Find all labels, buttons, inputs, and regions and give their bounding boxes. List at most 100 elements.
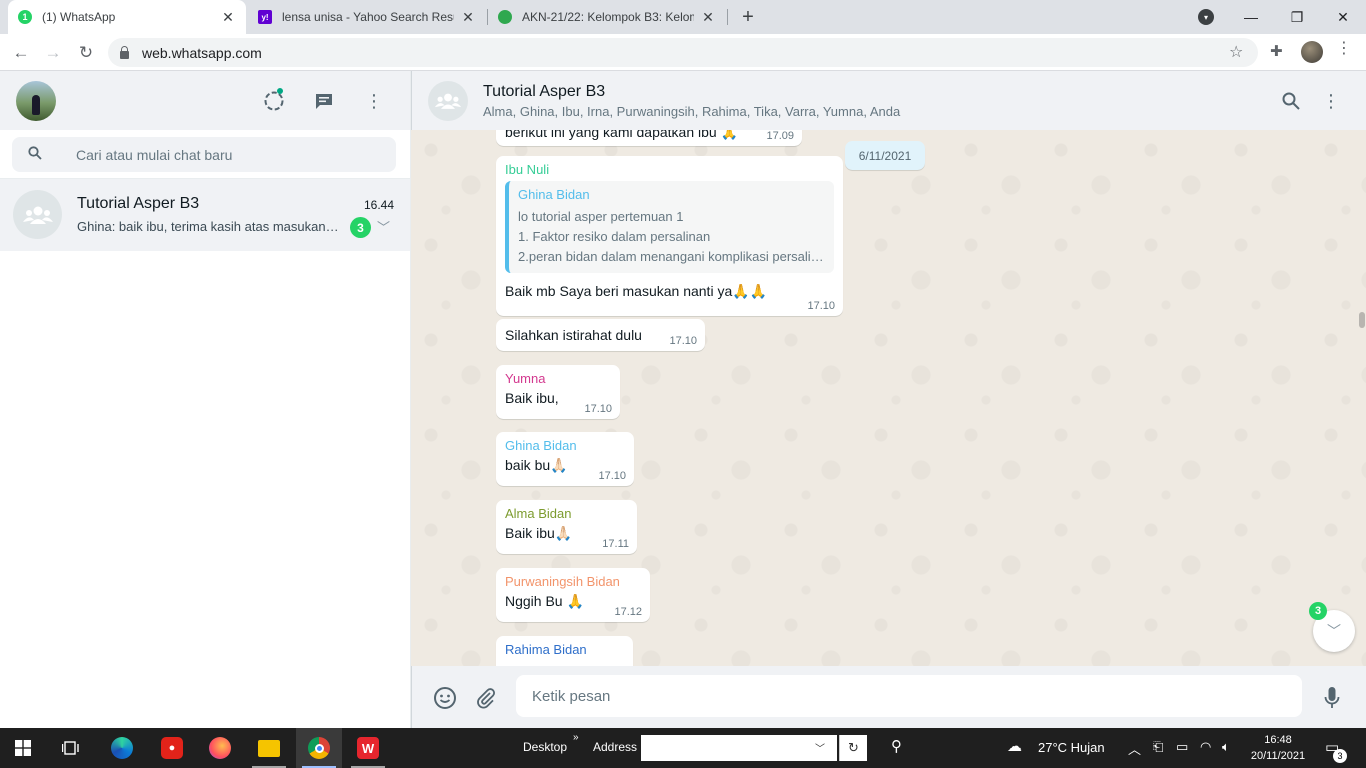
unread-count-badge: 3 (1309, 602, 1327, 620)
tab-yahoo-search[interactable]: y! lensa unisa - Yahoo Search Results ✕ (248, 0, 486, 34)
menu-icon[interactable]: ⋮ (1319, 89, 1343, 113)
chat-time: 16.44 (363, 198, 394, 212)
chevron-down-icon[interactable]: ﹀ (815, 740, 825, 755)
browser-tab-strip: 1 (1) WhatsApp ✕ y! lensa unisa - Yahoo … (0, 0, 1366, 34)
toolbar-expand-icon[interactable]: » (573, 732, 579, 743)
conversation-header[interactable]: Tutorial Asper B3 Alma, Ghina, Ibu, Irna… (411, 71, 1366, 130)
search-icon[interactable] (1279, 89, 1303, 113)
wifi-icon[interactable]: ◠ (1200, 739, 1211, 755)
address-bar[interactable]: web.whatsapp.com (108, 38, 1258, 67)
volume-icon[interactable]: 🔈︎ (1222, 739, 1230, 755)
message-sender: Ghina Bidan (505, 438, 577, 453)
task-view-icon[interactable] (48, 728, 94, 768)
refresh-icon[interactable]: ↻ (839, 735, 867, 761)
message-time: 17.10 (584, 403, 612, 415)
back-arrow-icon[interactable]: ← (8, 40, 34, 66)
tab-title: AKN-21/22: Kelompok B3: Kelompok (522, 10, 694, 24)
message-bubble-partial[interactable]: berikut ini yang kami dapatkan ibu 🙏 17.… (496, 130, 802, 146)
group-avatar-icon (13, 190, 62, 239)
chevron-down-icon[interactable]: ﹀ (377, 217, 390, 236)
close-tab-icon[interactable]: ✕ (460, 9, 476, 25)
message-text: Baik mb Saya beri masukan nanti ya🙏🙏 (505, 283, 768, 299)
message-bubble[interactable]: Yumna Baik ibu, 17.10 (496, 365, 620, 419)
message-bubble[interactable]: Ghina Bidan baik bu🙏🏻 17.10 (496, 432, 634, 486)
menu-icon[interactable]: ⋮ (362, 89, 386, 113)
date-divider: 6/11/2021 (845, 141, 925, 170)
quoted-message[interactable]: Ghina Bidan lo tutorial asper pertemuan … (505, 181, 834, 273)
edge-browser-icon[interactable] (99, 728, 145, 768)
group-members: Alma, Ghina, Ibu, Irna, Purwaningsih, Ra… (483, 104, 901, 119)
bookmark-star-icon[interactable]: ☆ (1229, 42, 1243, 62)
message-bubble[interactable]: Silahkan istirahat dulu 17.10 (496, 319, 705, 351)
chat-search-input[interactable] (76, 146, 376, 163)
message-input[interactable] (532, 687, 1232, 705)
message-time: 17.10 (807, 300, 835, 312)
forward-arrow-icon[interactable]: → (40, 40, 66, 66)
new-tab-plus-icon[interactable]: + (737, 6, 759, 28)
emoji-icon[interactable] (432, 685, 458, 711)
windows-start-icon[interactable] (0, 728, 46, 768)
chat-search-box[interactable] (12, 137, 396, 172)
battery-icon[interactable]: ▭ (1176, 739, 1188, 755)
close-tab-icon[interactable]: ✕ (700, 9, 716, 25)
restore-window-icon[interactable]: ❐ (1274, 0, 1320, 34)
lock-icon (120, 45, 129, 59)
quoted-line: lo tutorial asper pertemuan 1 (518, 209, 684, 224)
tab-moodle-course[interactable]: AKN-21/22: Kelompok B3: Kelompok ✕ (488, 0, 726, 34)
message-time: 17.10 (669, 335, 697, 347)
tab-search-chevron-icon[interactable]: ▾ (1198, 9, 1214, 25)
group-avatar-icon[interactable] (428, 81, 468, 121)
extensions-puzzle-icon[interactable]: ✚ (1270, 42, 1283, 60)
attach-paperclip-icon[interactable] (473, 685, 499, 711)
chrome-icon[interactable] (296, 728, 342, 768)
message-sender: Alma Bidan (505, 506, 572, 521)
message-sender: Rahima Bidan (505, 642, 587, 657)
wps-office-icon[interactable]: W (345, 728, 391, 768)
message-text: Silahkan istirahat dulu (505, 327, 642, 343)
weather-cloud-icon[interactable]: ☁ (1007, 737, 1022, 755)
weather-text[interactable]: 27°C Hujan (1038, 740, 1105, 755)
message-sender: Yumna (505, 371, 546, 386)
message-bubble-partial[interactable]: Rahima Bidan (496, 636, 633, 666)
chat-list-item[interactable]: Tutorial Asper B3 16.44 Ghina: baik ibu,… (0, 179, 410, 251)
browser-menu-icon[interactable]: ⋮ (1336, 41, 1352, 57)
file-explorer-icon[interactable] (246, 728, 292, 768)
message-input-box[interactable] (516, 675, 1302, 717)
reload-icon[interactable]: ↻ (73, 40, 99, 66)
quoted-line: 2.peran bidan dalam menangani komplikasi… (518, 249, 824, 264)
sidebar-header: ⋮ (0, 71, 410, 130)
people-icon[interactable]: ⚲ (891, 737, 902, 755)
message-list[interactable]: berikut ini yang kami dapatkan ibu 🙏 17.… (411, 130, 1366, 666)
windows-taskbar: ● W Desktop » Address ﹀ ↻ ⚲ ☁ 27°C Hujan… (0, 728, 1366, 768)
scrollbar-thumb[interactable] (1359, 312, 1365, 328)
whatsapp-web-app: ⋮ Tutorial Asper B3 16.44 Ghina: baik ib… (0, 71, 1366, 728)
tab-whatsapp[interactable]: 1 (1) WhatsApp ✕ (8, 0, 246, 34)
minimize-window-icon[interactable]: — (1228, 0, 1274, 34)
quoted-sender: Ghina Bidan (518, 187, 590, 202)
close-window-icon[interactable]: ✕ (1320, 0, 1366, 34)
message-sender: Ibu Nuli (505, 162, 550, 177)
quoted-line: 1. Faktor resiko dalam persalinan (518, 229, 711, 244)
close-tab-icon[interactable]: ✕ (220, 9, 236, 25)
message-composer (411, 666, 1366, 728)
camera-app-icon[interactable]: ● (149, 728, 195, 768)
taskbar-address-input[interactable] (641, 735, 837, 761)
message-bubble[interactable]: Ibu Nuli Ghina Bidan lo tutorial asper p… (496, 156, 843, 316)
microphone-icon[interactable] (1319, 685, 1345, 711)
browser-toolbar: ← → ↻ web.whatsapp.com ☆ ✚ ⋮ (0, 34, 1366, 71)
new-chat-icon[interactable] (312, 89, 336, 113)
tab-separator (727, 9, 728, 25)
message-bubble[interactable]: Purwaningsih Bidan Nggih Bu 🙏 17.12 (496, 568, 650, 622)
chat-last-message: Ghina: baik ibu, terima kasih atas masuk… (77, 219, 345, 234)
firefox-icon[interactable] (197, 728, 243, 768)
chevron-down-icon: ﹀ (1327, 623, 1341, 639)
system-clock[interactable]: 16:48 20/11/2021 (1248, 732, 1308, 764)
my-profile-avatar[interactable] (16, 81, 56, 121)
desktop-toolbar-label[interactable]: Desktop (523, 740, 567, 754)
meet-now-icon[interactable]: ⎗ (1153, 739, 1163, 755)
chevron-up-icon[interactable]: ︿ (1128, 739, 1141, 758)
tab-title: (1) WhatsApp (42, 10, 116, 24)
message-time: 17.11 (602, 538, 629, 550)
profile-avatar[interactable] (1301, 41, 1323, 63)
message-bubble[interactable]: Alma Bidan Baik ibu🙏🏻 17.11 (496, 500, 637, 554)
